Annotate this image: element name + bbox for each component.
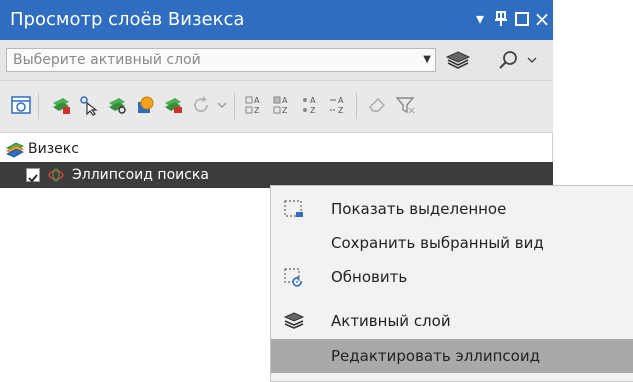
visibility-checkbox[interactable] [26, 168, 40, 183]
refresh-icon [283, 266, 305, 288]
eraser-icon[interactable] [366, 94, 388, 116]
svg-text:A: A [254, 96, 260, 105]
refresh-icon[interactable] [190, 94, 212, 116]
pin-icon[interactable] [490, 7, 512, 31]
sort-az-icon[interactable]: AZ [244, 94, 266, 116]
tree-item-root[interactable]: Визекс [0, 136, 553, 162]
layer-search-row: Выберите активный слой ▼ [0, 40, 553, 80]
menu-item-show-selected[interactable]: Показать выделенное [271, 192, 633, 226]
sort-type-icon[interactable]: AZ [300, 94, 322, 116]
layer-toolbar: AZ AZ AZ AZ [0, 80, 553, 133]
search-button[interactable] [484, 48, 544, 72]
shape-icon[interactable] [134, 94, 156, 116]
layers-icon [445, 51, 471, 69]
menu-item-label: Сохранить выбранный вид [331, 234, 544, 252]
filter-icon[interactable] [394, 94, 416, 116]
menu-item-active-layer[interactable]: Активный слой [271, 304, 633, 338]
toolbar-separator [356, 93, 357, 119]
menu-item-label: Показать выделенное [331, 200, 507, 218]
svg-text:Z: Z [282, 106, 288, 115]
menu-item-edit-ellipsoid[interactable]: Редактировать эллипсоид [271, 339, 633, 373]
menu-item-save-selected-view[interactable]: Сохранить выбранный вид [271, 226, 633, 260]
menu-item-label: Обновить [331, 268, 408, 286]
layer-properties-icon[interactable] [10, 94, 32, 116]
layers-stack-icon [6, 140, 24, 162]
tree-item-root-label: Визекс [28, 141, 79, 157]
svg-text:Z: Z [338, 106, 344, 115]
select-pointer-icon[interactable] [78, 94, 100, 116]
checkmark-icon [28, 174, 38, 183]
toolbar-separator [38, 93, 39, 119]
ellipsoid-icon [47, 167, 65, 187]
panel-title-bar: Просмотр слоёв Визекса ▾ × [0, 0, 553, 40]
layer-select-icon[interactable] [106, 94, 128, 116]
panel-menu-dropdown-icon[interactable]: ▾ [470, 7, 490, 31]
active-layer-placeholder: Выберите активный слой [13, 52, 201, 68]
svg-text:Z: Z [254, 106, 260, 115]
maximize-icon[interactable] [512, 7, 532, 31]
show-selection-icon [283, 198, 305, 220]
svg-text:A: A [338, 96, 344, 105]
menu-item-label: Активный слой [331, 312, 451, 330]
menu-item-refresh[interactable]: Обновить [271, 260, 633, 294]
active-layer-select[interactable]: Выберите активный слой ▼ [6, 48, 436, 72]
layers-button[interactable] [442, 48, 474, 72]
context-menu: Показать выделенное Сохранить выбранный … [270, 185, 633, 382]
panel-title: Просмотр слоёв Визекса [10, 9, 245, 30]
svg-text:A: A [282, 96, 288, 105]
toolbar-separator [234, 93, 235, 119]
layers-icon [283, 310, 305, 332]
sort-order-icon[interactable]: AZ [328, 94, 350, 116]
refresh-dropdown-icon[interactable] [216, 94, 228, 116]
close-icon[interactable]: × [532, 7, 552, 31]
layer-edit-icon[interactable] [50, 94, 72, 116]
menu-item-label: Редактировать эллипсоид [331, 347, 540, 365]
search-icon [499, 51, 537, 69]
sort-za-icon[interactable]: AZ [272, 94, 294, 116]
svg-text:A: A [310, 96, 316, 105]
svg-text:Z: Z [310, 106, 316, 115]
layer-delete-icon[interactable] [162, 94, 184, 116]
tree-item-ellipsoid-label: Эллипсоид поиска [72, 167, 209, 183]
chevron-down-icon[interactable]: ▼ [423, 49, 431, 71]
